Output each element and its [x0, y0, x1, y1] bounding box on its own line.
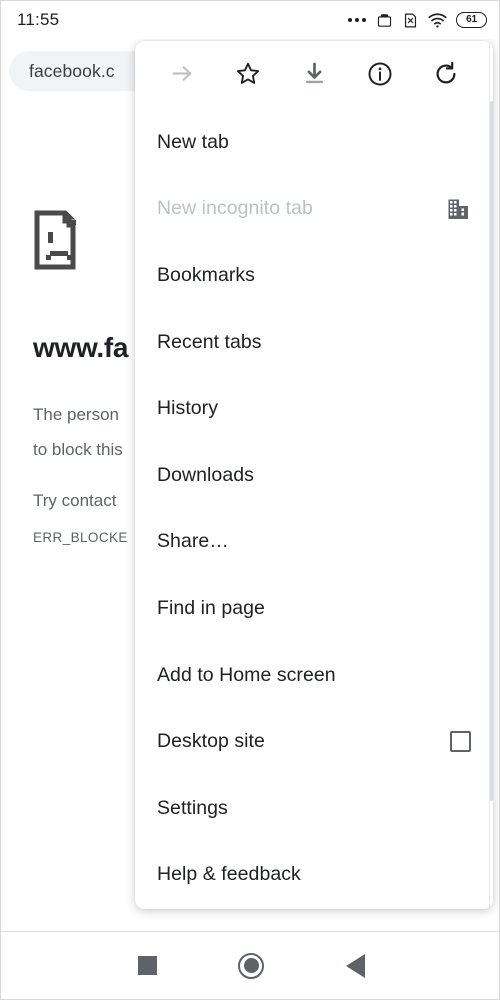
menu-item-share[interactable]: Share… — [135, 509, 493, 576]
menu-scrollbar[interactable] — [489, 41, 493, 909]
menu-item-label: Downloads — [157, 463, 254, 486]
building-icon — [445, 196, 471, 222]
menu-item-recent-tabs[interactable]: Recent tabs — [135, 309, 493, 376]
more-dots-icon — [348, 18, 367, 22]
menu-item-desktop-site[interactable]: Desktop site — [135, 708, 493, 775]
battery-level-text: 61 — [466, 14, 477, 25]
download-page-button[interactable] — [281, 51, 347, 99]
status-bar: 11:55 61 — [1, 1, 499, 39]
reload-icon — [432, 60, 460, 91]
back-button[interactable] — [303, 932, 407, 1000]
menu-icon-row — [135, 41, 493, 109]
reload-button[interactable] — [413, 51, 479, 99]
error-body-line1: The person — [33, 405, 119, 424]
wifi-icon — [428, 12, 447, 28]
menu-scrollbar-thumb[interactable] — [490, 101, 493, 801]
forward-icon-button[interactable] — [149, 51, 215, 99]
menu-item-label: Desktop site — [157, 730, 265, 753]
status-bar-clock: 11:55 — [17, 10, 60, 29]
menu-item-downloads[interactable]: Downloads — [135, 442, 493, 509]
menu-item-find-in-page[interactable]: Find in page — [135, 575, 493, 642]
menu-item-label: New incognito tab — [157, 197, 313, 220]
menu-item-label: Help & feedback — [157, 863, 301, 886]
android-navigation-bar — [1, 931, 499, 1000]
menu-item-history[interactable]: History — [135, 375, 493, 442]
menu-item-label: Recent tabs — [157, 330, 262, 353]
no-sim-icon — [402, 12, 419, 29]
android-chrome-screen: 11:55 61 facebook.c www.fa The person to… — [0, 0, 500, 1000]
menu-item-new-incognito-tab: New incognito tab — [135, 176, 493, 243]
page-info-button[interactable] — [347, 51, 413, 99]
menu-item-list: New tab New incognito tab Bookmarks Recent … — [135, 109, 493, 908]
recents-square-icon — [137, 956, 157, 975]
menu-item-bookmarks[interactable]: Bookmarks — [135, 242, 493, 309]
forward-icon — [169, 60, 196, 90]
error-body-line2: to block this — [33, 440, 123, 459]
desktop-site-checkbox[interactable] — [450, 731, 471, 753]
menu-item-help-feedback[interactable]: Help & feedback — [135, 842, 493, 909]
checkbox-blank-icon[interactable] — [450, 731, 471, 753]
menu-item-settings[interactable]: Settings — [135, 775, 493, 842]
chrome-overflow-menu: New tab New incognito tab Bookmarks Recent … — [135, 41, 493, 909]
error-code-text: ERR_BLOCKE — [33, 530, 128, 545]
menu-item-label: New tab — [157, 130, 229, 153]
menu-item-label: Bookmarks — [157, 263, 255, 286]
menu-item-new-tab[interactable]: New tab — [135, 109, 493, 176]
home-circle-icon — [238, 952, 264, 979]
menu-item-add-to-home-screen[interactable]: Add to Home screen — [135, 642, 493, 709]
page-info-icon — [366, 60, 394, 91]
recents-button[interactable] — [95, 932, 199, 1000]
download-icon — [301, 60, 328, 90]
home-button[interactable] — [199, 932, 303, 1000]
sad-page-icon — [33, 209, 85, 276]
bookmark-star-icon — [234, 60, 262, 91]
url-text[interactable]: facebook.c — [29, 61, 115, 82]
error-page-heading: www.fa — [33, 332, 129, 363]
menu-item-label: Settings — [157, 796, 228, 819]
menu-item-label: History — [157, 397, 219, 420]
battery-icon: 61 — [456, 12, 487, 28]
back-triangle-icon — [345, 953, 365, 978]
menu-item-label: Add to Home screen — [157, 663, 336, 686]
work-profile-briefcase-icon — [376, 12, 393, 29]
menu-item-label: Share… — [157, 530, 229, 553]
bookmark-star-button[interactable] — [215, 51, 281, 99]
menu-item-label: Find in page — [157, 596, 265, 619]
status-bar-icons: 61 — [348, 12, 487, 29]
